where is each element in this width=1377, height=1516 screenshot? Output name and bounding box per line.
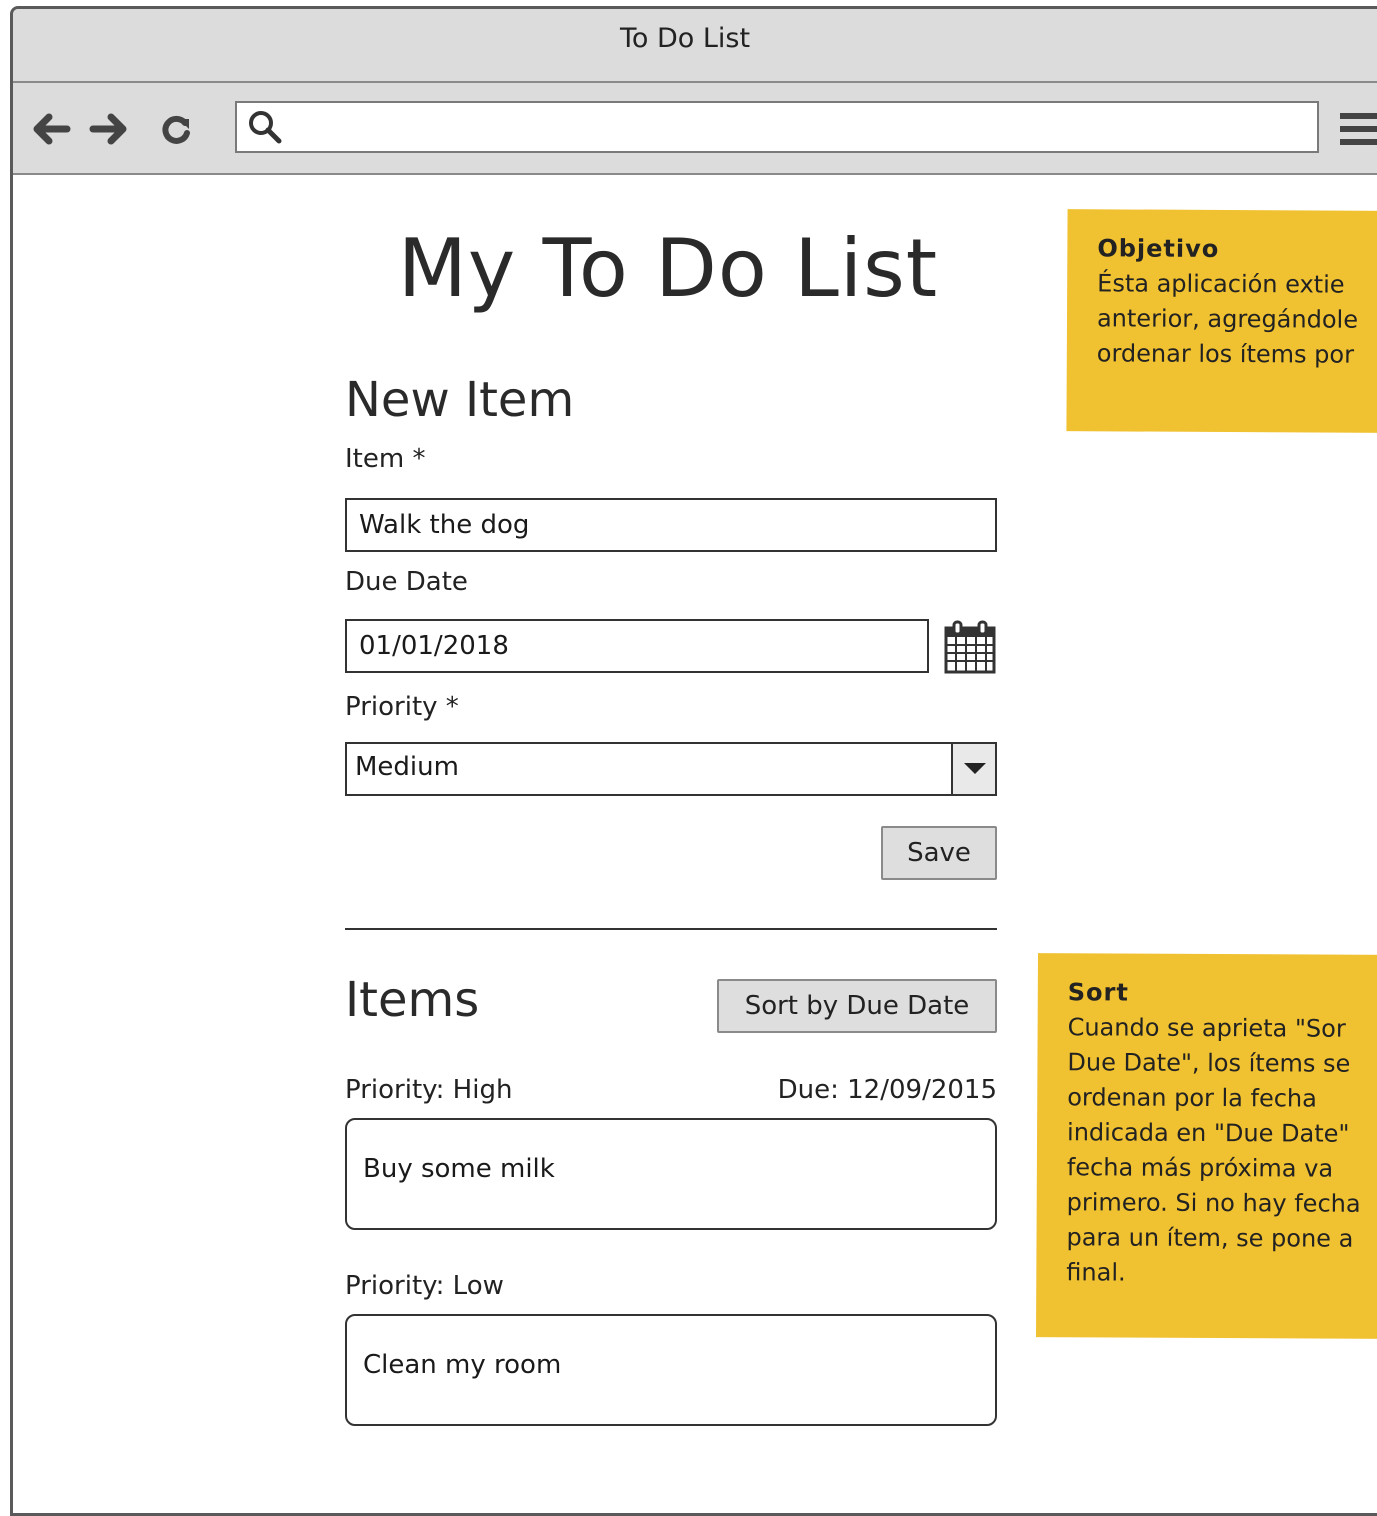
note-body: Ésta aplicación extie anterior, agregánd…: [1096, 269, 1359, 369]
priority-selected-value: Medium: [355, 752, 459, 782]
list-item-text: Clean my room: [363, 1350, 562, 1380]
browser-toolbar: [13, 83, 1377, 175]
address-input[interactable]: [287, 107, 1311, 149]
calendar-icon[interactable]: [944, 620, 996, 674]
note-title: Objetivo: [1097, 234, 1220, 263]
list-item[interactable]: Clean my room: [345, 1314, 997, 1426]
search-icon: [249, 111, 282, 144]
save-button[interactable]: Save: [881, 826, 997, 880]
priority-label: Priority *: [345, 692, 459, 722]
item-due-date: Due: 12/09/2015: [777, 1075, 997, 1105]
due-date-input[interactable]: [359, 627, 915, 665]
section-divider: [345, 928, 997, 930]
chevron-down-icon[interactable]: [951, 744, 995, 794]
window-title: To Do List: [619, 23, 751, 54]
page-title: My To Do List: [397, 222, 939, 315]
list-item-text: Buy some milk: [363, 1154, 555, 1184]
title-bar: To Do List: [13, 9, 1377, 83]
reload-icon[interactable]: [159, 113, 193, 147]
item-input[interactable]: [359, 506, 983, 544]
items-heading: Items: [345, 972, 480, 1028]
due-date-label: Due Date: [345, 567, 468, 597]
address-bar[interactable]: [235, 101, 1319, 153]
list-item[interactable]: Buy some milk: [345, 1118, 997, 1230]
due-date-field[interactable]: [345, 619, 929, 673]
priority-select[interactable]: Medium: [345, 742, 997, 796]
hamburger-menu-icon[interactable]: [1340, 111, 1377, 147]
sticky-note-objetivo: Objetivo Ésta aplicación extie anterior,…: [1066, 209, 1377, 433]
note-title: Sort: [1067, 978, 1129, 1007]
sticky-note-sort: Sort Cuando se aprieta "Sor Due Date", l…: [1035, 953, 1377, 1339]
note-body: Cuando se aprieta "Sor Due Date", los ít…: [1066, 1013, 1361, 1287]
item-label: Item *: [345, 444, 426, 474]
item-priority: Priority: High: [345, 1075, 513, 1105]
new-item-heading: New Item: [345, 372, 575, 428]
item-field[interactable]: [345, 498, 997, 552]
forward-arrow-icon[interactable]: [89, 113, 129, 145]
back-arrow-icon[interactable]: [31, 113, 71, 145]
sort-by-due-date-button[interactable]: Sort by Due Date: [717, 979, 997, 1033]
item-priority: Priority: Low: [345, 1271, 504, 1301]
